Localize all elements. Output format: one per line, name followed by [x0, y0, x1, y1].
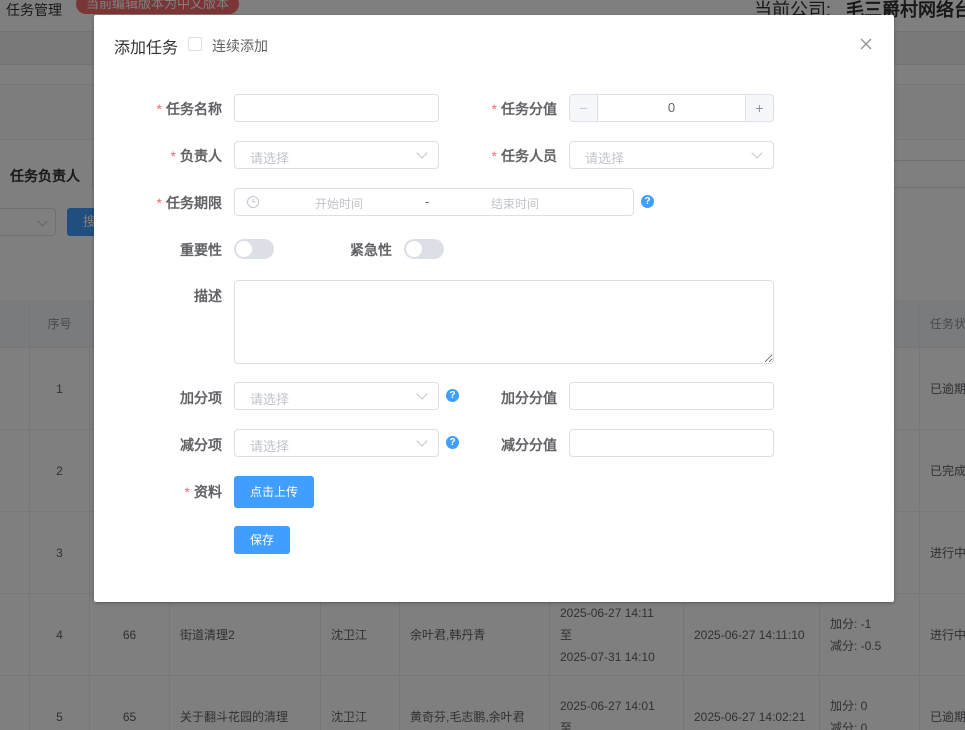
bonus-value-label: 加分分值 [501, 390, 557, 406]
important-label: 重要性 [180, 242, 222, 258]
upload-button[interactable]: 点击上传 [234, 476, 314, 508]
period-label: * 任务期限 [150, 193, 222, 213]
members-label: * 任务人员 [484, 146, 557, 166]
bonus-help-icon[interactable]: ? [446, 389, 459, 402]
owner-label-text: 负责人 [180, 148, 222, 164]
task-name-label: * 任务名称 [150, 99, 222, 119]
members-label-text: 任务人员 [501, 148, 557, 164]
owner-select[interactable]: 请选择 [234, 141, 439, 169]
switch-knob [236, 241, 252, 257]
minus-item-select[interactable]: 请选择 [234, 429, 439, 457]
chevron-down-icon [416, 388, 428, 400]
add-task-dialog: 添加任务 连续添加 * 任务名称 * 任务分值 − 0 + * 负责人 请选择 * 任务… [94, 15, 894, 602]
bonus-item-placeholder: 请选择 [250, 392, 290, 407]
close-icon[interactable] [858, 36, 874, 52]
attachment-label: * 资料 [150, 482, 222, 502]
bonus-item-label: 加分项 [180, 390, 222, 406]
task-name-input[interactable] [234, 94, 439, 122]
increment-button[interactable]: + [745, 95, 773, 121]
period-start-input[interactable]: 开始时间 [315, 195, 363, 212]
description-label: 描述 [194, 288, 222, 304]
required-mark: * [491, 148, 497, 164]
continue-add-checkbox[interactable] [188, 37, 202, 51]
owner-placeholder: 请选择 [250, 151, 290, 166]
task-score-value[interactable]: 0 [598, 95, 745, 121]
bonus-value-input[interactable] [569, 382, 774, 410]
period-label-text: 任务期限 [166, 195, 222, 211]
chevron-down-icon [416, 147, 428, 159]
save-button[interactable]: 保存 [234, 526, 290, 554]
required-mark: * [156, 195, 162, 211]
chevron-down-icon [751, 147, 763, 159]
important-switch[interactable] [234, 239, 274, 259]
minus-value-input[interactable] [569, 429, 774, 457]
period-separator: - [425, 194, 430, 209]
urgent-label: 紧急性 [350, 242, 392, 258]
task-score-stepper[interactable]: − 0 + [569, 94, 774, 122]
required-mark: * [156, 101, 162, 117]
required-mark: * [184, 484, 190, 500]
minus-value-label: 减分分值 [501, 437, 557, 453]
continue-add-label[interactable]: 连续添加 [212, 36, 268, 56]
urgent-switch[interactable] [404, 239, 444, 259]
owner-label: * 负责人 [150, 146, 222, 166]
minus-item-placeholder: 请选择 [250, 439, 290, 454]
dialog-title: 添加任务 [114, 40, 179, 57]
period-range-picker[interactable]: 开始时间 - 结束时间 [234, 188, 634, 216]
switch-knob [406, 241, 422, 257]
bonus-item-select[interactable]: 请选择 [234, 382, 439, 410]
members-select[interactable]: 请选择 [569, 141, 774, 169]
chevron-down-icon [416, 435, 428, 447]
required-mark: * [491, 101, 497, 117]
task-score-label-text: 任务分值 [501, 101, 557, 117]
minus-help-icon[interactable]: ? [446, 436, 459, 449]
members-placeholder: 请选择 [585, 151, 625, 166]
minus-item-label: 减分项 [180, 437, 222, 453]
required-mark: * [170, 148, 176, 164]
description-textarea[interactable] [234, 280, 774, 364]
decrement-button[interactable]: − [570, 95, 598, 121]
period-help-icon[interactable]: ? [641, 195, 654, 208]
attachment-label-text: 资料 [194, 484, 222, 500]
task-name-label-text: 任务名称 [166, 101, 222, 117]
task-score-label: * 任务分值 [484, 99, 557, 119]
clock-icon [247, 196, 259, 208]
period-end-input[interactable]: 结束时间 [491, 195, 539, 212]
